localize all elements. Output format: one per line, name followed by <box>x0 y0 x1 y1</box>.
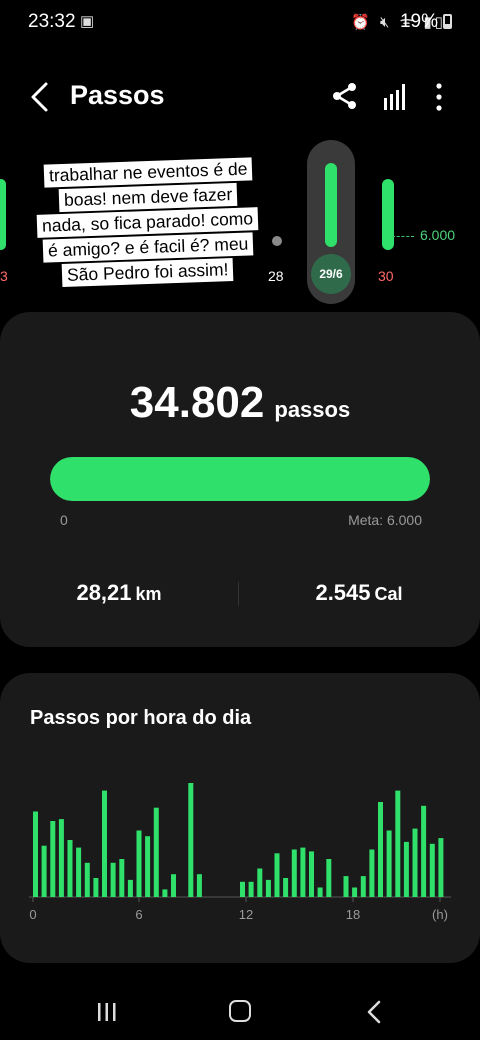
hourly-bar <box>291 849 297 897</box>
hourly-bar <box>438 838 444 897</box>
hourly-bar <box>386 830 392 897</box>
status-time: 23:32 <box>28 11 76 32</box>
app-bar: Passos <box>0 70 480 126</box>
hourly-bar <box>317 887 323 897</box>
status-bar: 23:32 ▣ ⏰ 🔇︎ ᯤ ▮▯ 19% <box>0 0 480 44</box>
stats-icon[interactable] <box>383 84 407 110</box>
calories-unit: Cal <box>374 584 403 604</box>
hourly-bar <box>343 876 349 897</box>
hourly-bar <box>67 840 73 897</box>
steps-total: 34.802 passos <box>0 378 480 428</box>
hourly-bar <box>352 887 358 897</box>
day-bar-30[interactable] <box>382 178 394 250</box>
hourly-bar <box>76 847 82 897</box>
goal-progress-fill <box>50 457 430 501</box>
day-label-30: 30 <box>378 268 394 284</box>
hourly-bar <box>283 878 289 897</box>
hourly-steps-chart[interactable]: 0 6 12 18 (h) <box>0 673 480 963</box>
steps-value: 34.802 <box>129 378 265 427</box>
share-icon[interactable] <box>332 82 358 110</box>
battery-icon <box>443 14 452 29</box>
hourly-bar <box>248 881 254 897</box>
back-icon[interactable] <box>366 1000 382 1024</box>
hourly-bar <box>162 889 168 897</box>
hourly-bar <box>412 828 418 897</box>
x-tick-label: 0 <box>29 907 36 922</box>
x-tick-label: (h) <box>432 907 448 922</box>
day-bar-left[interactable] <box>0 178 6 250</box>
hourly-bar <box>127 879 133 897</box>
hourly-bar <box>93 878 99 897</box>
hourly-bar <box>50 821 56 897</box>
steps-summary-card: 34.802 passos 0 Meta: 6.000 28,21 km 2.545… <box>0 312 480 647</box>
hourly-bar <box>429 843 435 897</box>
hourly-bar <box>403 841 409 897</box>
selected-date-badge: 29/6 <box>311 254 351 294</box>
distance-unit: km <box>135 584 162 604</box>
recent-apps-icon[interactable] <box>96 1002 118 1022</box>
caption-overlay: trabalhar ne eventos é de boas! nem deve… <box>14 157 282 287</box>
hourly-bar <box>153 807 159 897</box>
hourly-bar <box>33 811 38 897</box>
hourly-bar <box>300 847 306 897</box>
x-tick-label: 6 <box>135 907 142 922</box>
hourly-bar <box>119 859 125 897</box>
hourly-bar <box>326 859 332 897</box>
distance-value: 28,21 <box>76 580 132 605</box>
hourly-steps-card[interactable]: Passos por hora do dia 0 6 12 18 (h) <box>0 673 480 963</box>
calories-value: 2.545 <box>315 580 371 605</box>
hourly-bar <box>421 805 427 897</box>
battery-percentage: 19% <box>399 11 438 32</box>
more-options-icon[interactable] <box>430 82 448 112</box>
hourly-bar <box>84 862 90 897</box>
hourly-bar <box>58 819 64 897</box>
hourly-bar <box>378 802 383 897</box>
hourly-bar <box>196 874 202 897</box>
hourly-bar <box>102 790 107 897</box>
hourly-bar <box>240 881 245 897</box>
hourly-bar <box>257 868 263 897</box>
hourly-bar <box>369 849 375 897</box>
hourly-bar <box>188 783 194 897</box>
steps-unit: passos <box>274 397 351 422</box>
progress-goal-label: Meta: 6.000 <box>348 512 422 528</box>
x-tick-label: 12 <box>239 907 253 922</box>
hourly-bar <box>110 862 116 897</box>
hourly-bar <box>171 874 176 897</box>
hourly-bar <box>145 836 151 897</box>
progress-min-label: 0 <box>60 512 68 528</box>
caption-line: São Pedro foi assim! <box>61 258 235 287</box>
hourly-bar <box>274 853 280 897</box>
hourly-bar <box>395 790 401 897</box>
home-icon[interactable] <box>229 1000 251 1022</box>
page-title: Passos <box>70 80 165 110</box>
distance-stat: 28,21 km <box>0 580 238 606</box>
hourly-bar <box>360 876 366 897</box>
goal-progress-bar <box>50 457 430 501</box>
day-bar-29[interactable] <box>325 163 337 247</box>
back-arrow-icon[interactable] <box>28 80 52 114</box>
hourly-bar <box>309 851 314 897</box>
cast-icon: ▣ <box>80 13 95 30</box>
calories-stat: 2.545 Cal <box>238 580 480 606</box>
hourly-bar <box>136 830 142 897</box>
system-nav-bar <box>0 990 480 1040</box>
goal-label: 6.000 <box>420 227 456 243</box>
goal-line <box>392 236 414 237</box>
day-label-left: 3 <box>0 268 8 284</box>
hourly-bar <box>265 879 271 897</box>
caption-line: boas! nem deve fazer <box>58 182 238 213</box>
hourly-bar <box>41 845 47 897</box>
x-tick-label: 18 <box>346 907 360 922</box>
